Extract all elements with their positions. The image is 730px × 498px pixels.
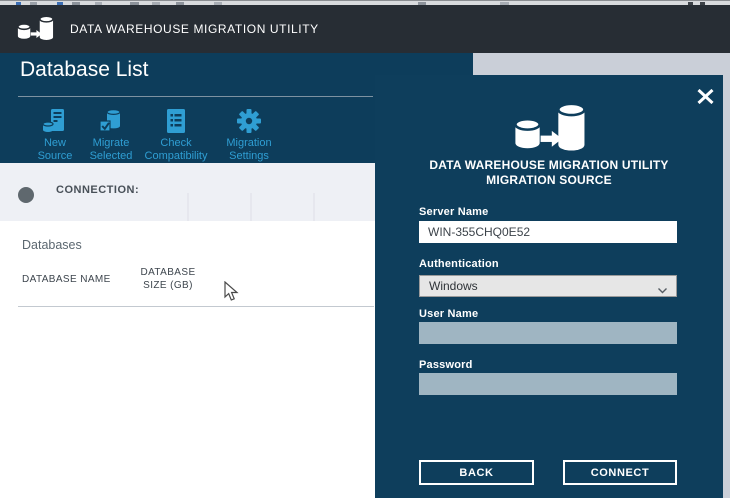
toolbar-label: Migration Settings bbox=[226, 137, 272, 162]
connection-label: CONNECTION: bbox=[56, 184, 140, 196]
authentication-label: Authentication bbox=[419, 258, 499, 270]
new-source-icon bbox=[25, 106, 85, 134]
mouse-cursor bbox=[224, 280, 239, 307]
chevron-down-icon bbox=[658, 283, 667, 297]
desktop-backdrop bbox=[473, 53, 730, 75]
gear-icon bbox=[206, 106, 292, 134]
new-source-button[interactable]: New Source bbox=[25, 106, 85, 162]
close-icon[interactable] bbox=[694, 85, 716, 107]
user-name-input bbox=[419, 322, 677, 344]
column-guide bbox=[187, 193, 189, 221]
password-input bbox=[419, 373, 677, 395]
dialog-title-line1: DATA WAREHOUSE MIGRATION UTILITY bbox=[429, 158, 669, 172]
server-name-label: Server Name bbox=[419, 206, 489, 218]
column-header-database-name: DATABASE NAME bbox=[22, 274, 111, 285]
database-list-panel: Databases DATABASE NAME DATABASE SIZE (G… bbox=[0, 221, 375, 498]
migration-source-dialog: DATA WAREHOUSE MIGRATION UTILITY MIGRATI… bbox=[375, 75, 723, 498]
dialog-title: DATA WAREHOUSE MIGRATION UTILITY MIGRATI… bbox=[375, 158, 723, 188]
dialog-title-line2: MIGRATION SOURCE bbox=[486, 173, 612, 187]
connection-bar: CONNECTION: bbox=[0, 163, 375, 221]
migration-source-icon bbox=[506, 102, 592, 163]
toolbar-label: New Source bbox=[37, 137, 73, 162]
databases-section-title: Databases bbox=[22, 238, 82, 252]
title-bar: DATA WAREHOUSE MIGRATION UTILITY bbox=[0, 5, 730, 53]
authentication-selected-value: Windows bbox=[429, 279, 478, 293]
table-header-divider bbox=[18, 306, 374, 307]
connect-button[interactable]: CONNECT bbox=[563, 460, 677, 485]
column-guide bbox=[250, 193, 252, 221]
title-divider bbox=[18, 96, 373, 97]
column-guide bbox=[313, 193, 315, 221]
desktop-backdrop-strip bbox=[723, 75, 730, 498]
user-name-label: User Name bbox=[419, 308, 479, 320]
column-header-database-size: DATABASE SIZE (GB) bbox=[140, 267, 196, 291]
page-title: Database List bbox=[20, 58, 149, 81]
app-title: DATA WAREHOUSE MIGRATION UTILITY bbox=[70, 22, 319, 36]
authentication-dropdown[interactable]: Windows bbox=[419, 275, 677, 297]
migration-settings-button[interactable]: Migration Settings bbox=[206, 106, 292, 162]
back-button[interactable]: BACK bbox=[419, 460, 534, 485]
password-label: Password bbox=[419, 359, 473, 371]
app-logo-migration-icon bbox=[16, 14, 54, 44]
connection-status-dot bbox=[18, 187, 34, 203]
server-name-input[interactable] bbox=[419, 221, 677, 243]
